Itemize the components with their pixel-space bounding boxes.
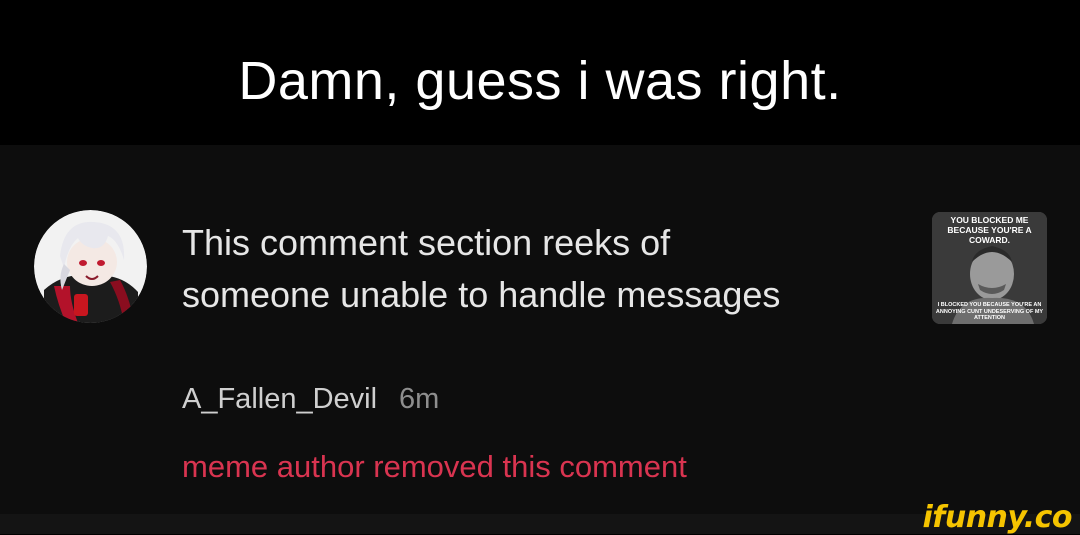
thumbnail-top-text: YOU BLOCKED ME BECAUSE YOU'RE A COWARD.: [947, 215, 1032, 245]
comment-text: This comment section reeks of someone un…: [182, 222, 781, 315]
meme-caption: Damn, guess i was right.: [238, 51, 842, 111]
footer-bar: [0, 514, 1080, 534]
caption-header: Damn, guess i was right.: [0, 0, 1080, 145]
avatar[interactable]: [34, 210, 147, 323]
comment-meta: A_Fallen_Devil 6m: [182, 379, 439, 419]
meme-thumbnail[interactable]: YOU BLOCKED ME BECAUSE YOU'RE A COWARD. …: [932, 212, 1047, 324]
thumbnail-bottom-text: I BLOCKED YOU BECAUSE YOU'RE AN ANNOYING…: [935, 302, 1044, 321]
removed-notice: meme author removed this comment: [182, 449, 687, 484]
avatar-image: [34, 210, 147, 323]
author-name[interactable]: A_Fallen_Devil: [182, 383, 377, 415]
ifunny-watermark: ifunny.co: [922, 500, 1073, 535]
comment-timestamp: 6m: [399, 383, 440, 415]
